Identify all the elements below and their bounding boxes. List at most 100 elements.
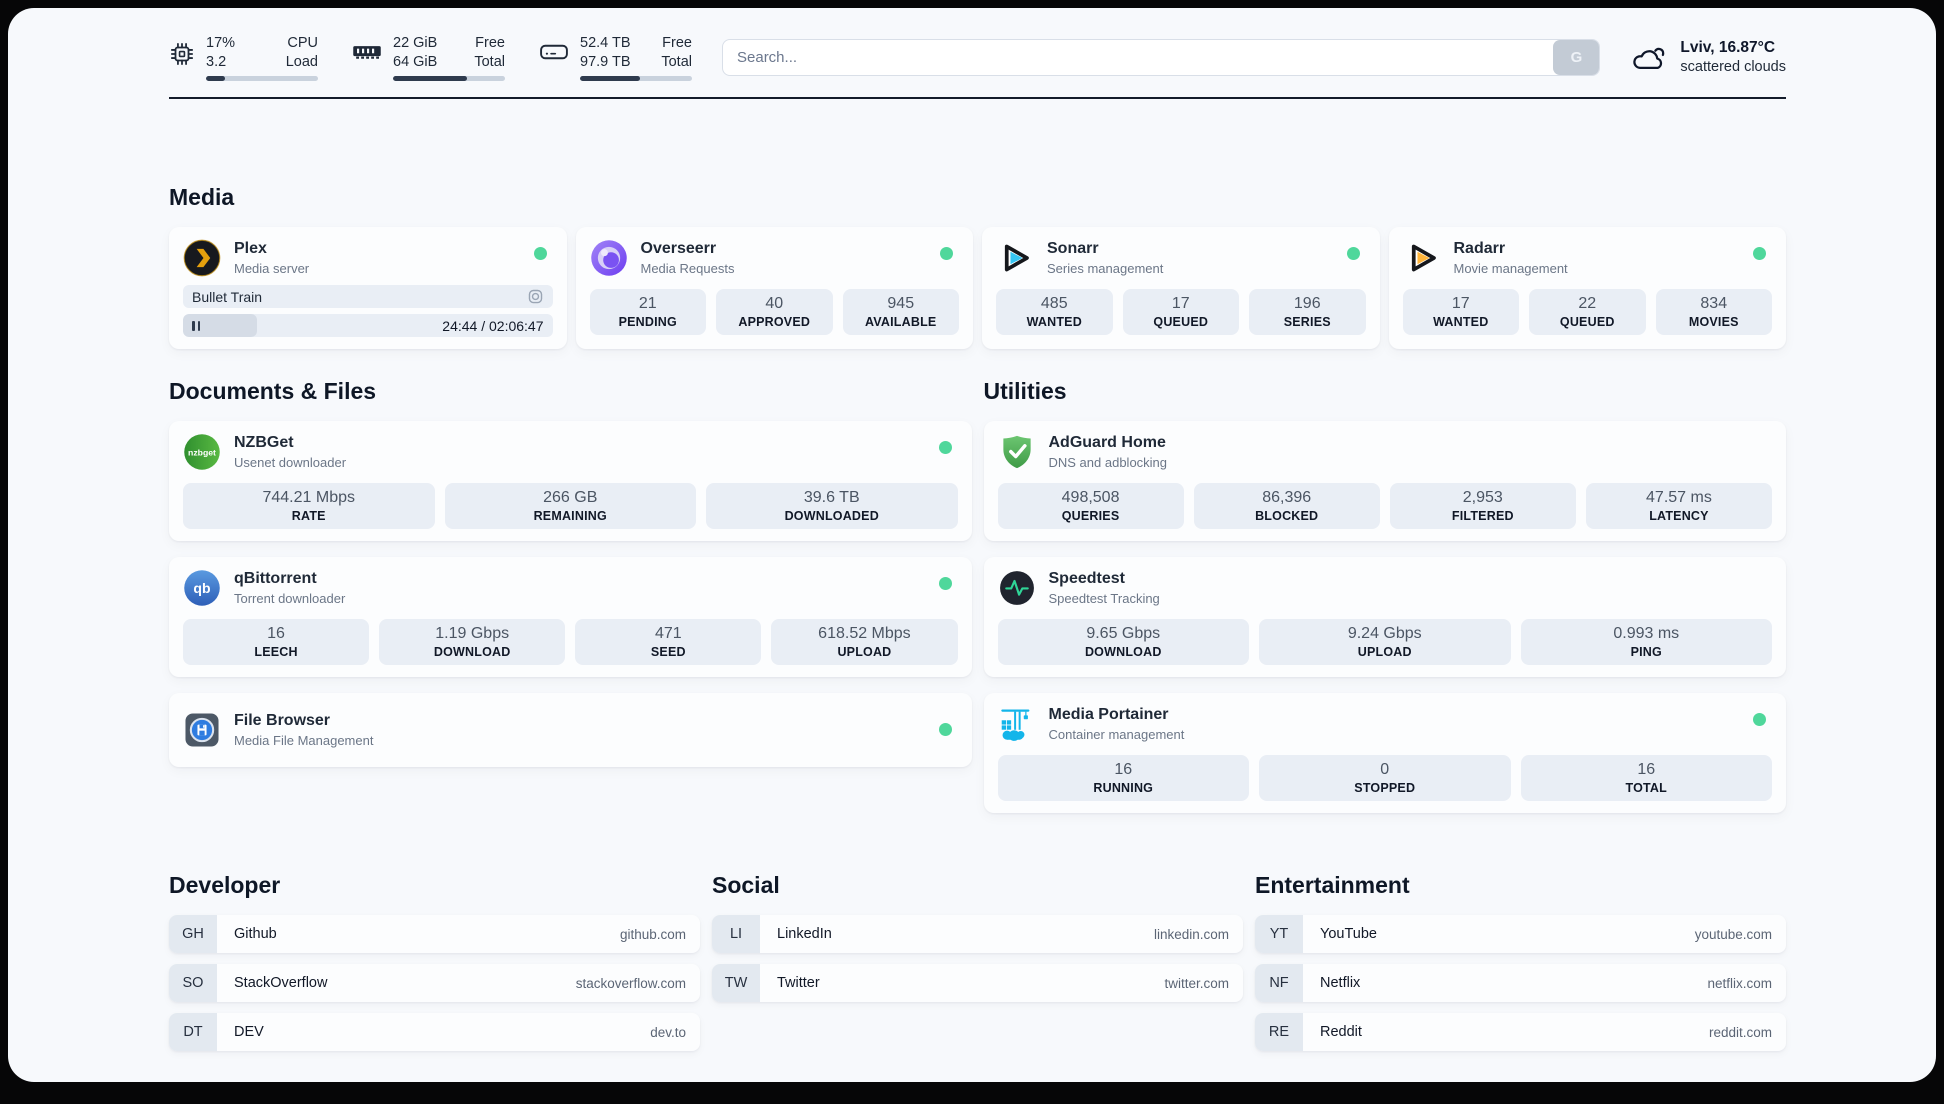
youtube-url: youtube.com <box>1694 926 1772 942</box>
dev-name: DEV <box>234 1024 264 1040</box>
bookmark-youtube[interactable]: YT YouTube youtube.com <box>1255 915 1786 953</box>
section-social: Social LI LinkedIn linkedin.com TW Twitt… <box>712 871 1243 1051</box>
memory-free-label: Free <box>475 35 505 51</box>
speedtest-name: Speedtest <box>1048 570 1125 587</box>
plex-name: Plex <box>234 240 267 257</box>
memory-stat: 22 GiB Free 64 GiB Total <box>352 34 505 81</box>
utilities-section-title: Utilities <box>983 378 1067 404</box>
speedtest-icon <box>998 569 1036 607</box>
cloud-icon <box>1633 47 1665 69</box>
bookmark-twitter[interactable]: TW Twitter twitter.com <box>712 964 1243 1002</box>
qbittorrent-description: Torrent downloader <box>234 591 346 606</box>
bookmark-stackoverflow[interactable]: SO StackOverflow stackoverflow.com <box>169 964 700 1002</box>
weather-location-temp: Lviv, 16.87°C <box>1680 39 1776 56</box>
bookmark-linkedin[interactable]: LI LinkedIn linkedin.com <box>712 915 1243 953</box>
portainer-icon <box>998 705 1036 743</box>
memory-progress-fill <box>393 76 467 81</box>
cpu-progress-fill <box>206 76 226 81</box>
bookmark-github[interactable]: GH Github github.com <box>169 915 700 953</box>
radarr-status-dot <box>1753 247 1766 260</box>
overseerr-name: Overseerr <box>640 240 717 257</box>
qbittorrent-stat-download: 1.19 Gbps DOWNLOAD <box>379 619 566 665</box>
overseerr-description: Media Requests <box>640 261 735 276</box>
search-provider-button[interactable]: G <box>1553 40 1600 75</box>
disk-progress-fill <box>580 76 641 81</box>
linkedin-abbr: LI <box>712 915 760 953</box>
system-stats: 17% CPU 3.2 Load 22 GiB Free 64 GiB Tota… <box>169 34 692 81</box>
radarr-description: Movie management <box>1453 261 1568 276</box>
nzbget-name: NZBGet <box>234 434 294 451</box>
bookmark-netflix[interactable]: NF Netflix netflix.com <box>1255 964 1786 1002</box>
portainer-stat-stopped: 0 STOPPED <box>1259 755 1511 801</box>
plex-icon <box>183 239 221 277</box>
linkedin-url: linkedin.com <box>1153 926 1229 942</box>
disk-icon <box>540 44 568 60</box>
app-card-filebrowser[interactable]: File Browser Media File Management <box>169 693 972 767</box>
nzbget-status-dot <box>938 441 952 454</box>
memory-total-label: Total <box>474 54 505 70</box>
nzbget-stat-rate: 744.21 Mbps RATE <box>183 483 435 529</box>
cpu-load-value: 3.2 <box>206 54 227 70</box>
dev-url: dev.to <box>650 1024 686 1040</box>
disk-free-value: 52.4 TB <box>580 35 631 51</box>
weather-condition: scattered clouds <box>1680 59 1786 75</box>
twitter-url: twitter.com <box>1164 975 1229 991</box>
twitter-abbr: TW <box>712 964 760 1002</box>
speedtest-stat-upload: 9.24 Gbps UPLOAD <box>1259 619 1511 665</box>
stackoverflow-url: stackoverflow.com <box>575 975 686 991</box>
section-documents: Documents & Files nzbget NZBGet Usenet d… <box>169 377 972 813</box>
radarr-name: Radarr <box>1453 240 1506 257</box>
bookmark-reddit[interactable]: RE Reddit reddit.com <box>1255 1013 1786 1051</box>
app-card-nzbget[interactable]: nzbget NZBGet Usenet downloader 744.21 M… <box>169 421 972 541</box>
overseerr-stat-pending: 21 PENDING <box>589 289 706 335</box>
radarr-stat-queued: 22 QUEUED <box>1529 289 1646 335</box>
cpu-load-label: Load <box>285 54 318 70</box>
app-card-portainer[interactable]: Media Portainer Container management 16 … <box>983 693 1786 813</box>
filebrowser-status-dot <box>938 723 952 736</box>
qbittorrent-stat-leech: 16 LEECH <box>183 619 370 665</box>
app-card-adguard[interactable]: AdGuard Home DNS and adblocking 498,508 … <box>983 421 1786 541</box>
weather-widget: Lviv, 16.87°C scattered clouds <box>1630 38 1786 77</box>
memory-progress-track <box>393 76 505 81</box>
disk-total-value: 97.9 TB <box>580 54 631 70</box>
memory-free-value: 22 GiB <box>393 35 438 51</box>
app-card-radarr[interactable]: Radarr Movie management 17 WANTED 22 QUE… <box>1388 227 1786 349</box>
search-input[interactable] <box>722 39 1601 76</box>
sonarr-stat-series: 196 SERIES <box>1249 289 1366 335</box>
netflix-url: netflix.com <box>1707 975 1772 991</box>
bookmark-dev[interactable]: DT DEV dev.to <box>169 1013 700 1051</box>
header-bar: 17% CPU 3.2 Load 22 GiB Free 64 GiB Tota… <box>169 34 1786 81</box>
portainer-description: Container management <box>1048 727 1185 742</box>
search-bar: G <box>722 39 1601 76</box>
speedtest-stat-download: 9.65 Gbps DOWNLOAD <box>997 619 1249 665</box>
app-card-overseerr[interactable]: Overseerr Media Requests 21 PENDING 40 A… <box>575 227 973 349</box>
portainer-stat-total: 16 TOTAL <box>1520 755 1772 801</box>
sonarr-stat-queued: 17 QUEUED <box>1122 289 1239 335</box>
sonarr-name: Sonarr <box>1047 240 1099 257</box>
app-card-speedtest[interactable]: Speedtest Speedtest Tracking 9.65 Gbps D… <box>983 557 1786 677</box>
nzbget-description: Usenet downloader <box>234 455 347 470</box>
netflix-abbr: NF <box>1255 964 1303 1002</box>
disk-total-label: Total <box>661 54 692 70</box>
linkedin-name: LinkedIn <box>777 926 832 942</box>
portainer-name: Media Portainer <box>1048 706 1169 723</box>
portainer-stat-running: 16 RUNNING <box>997 755 1249 801</box>
sonarr-description: Series management <box>1047 261 1164 276</box>
entertainment-section-title: Entertainment <box>1255 872 1410 898</box>
plex-now-playing-row: Bullet Train <box>183 285 553 308</box>
github-url: github.com <box>619 926 686 942</box>
overseerr-icon <box>590 239 628 277</box>
app-card-qbittorrent[interactable]: qb qBittorrent Torrent downloader 16 LEE… <box>169 557 972 677</box>
svg-text:qb: qb <box>193 580 210 596</box>
qbittorrent-icon: qb <box>183 569 221 607</box>
overseerr-stat-approved: 40 APPROVED <box>716 289 833 335</box>
github-abbr: GH <box>169 915 217 953</box>
adguard-name: AdGuard Home <box>1048 434 1166 451</box>
disk-stat: 52.4 TB Free 97.9 TB Total <box>539 34 692 81</box>
app-card-sonarr[interactable]: Sonarr Series management 485 WANTED 17 Q… <box>982 227 1380 349</box>
cpu-label: CPU <box>287 35 318 51</box>
dashboard-page: 17% CPU 3.2 Load 22 GiB Free 64 GiB Tota… <box>8 8 1936 1082</box>
nzbget-stat-remaining: 266 GB REMAINING <box>444 483 696 529</box>
app-card-plex[interactable]: Plex Media server Bullet Train 24:44 / 0… <box>169 227 567 349</box>
adguard-stat-filtered: 2,953 FILTERED <box>1389 483 1576 529</box>
